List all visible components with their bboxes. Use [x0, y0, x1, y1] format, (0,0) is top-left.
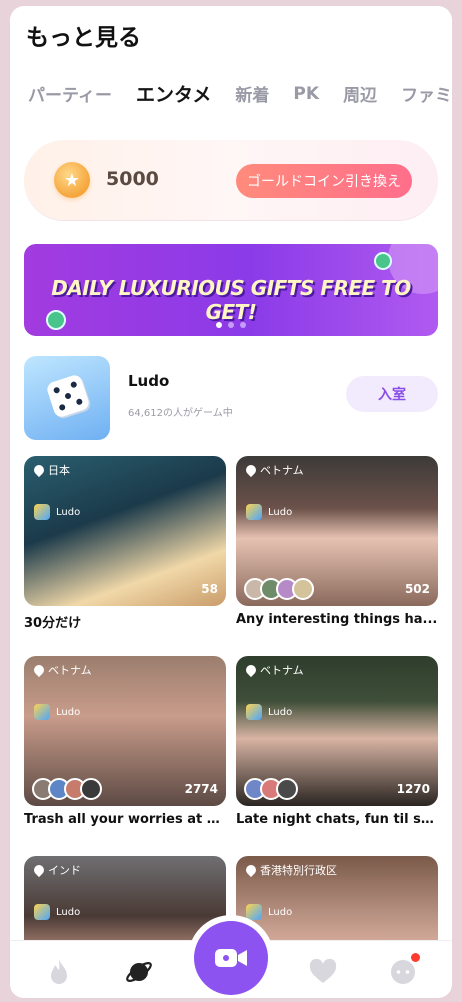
- flame-icon: [51, 960, 67, 984]
- location-pin-icon: [31, 662, 47, 678]
- exchange-coins-button[interactable]: ゴールドコイン引き換え: [236, 164, 412, 198]
- category-tabs: パーティー エンタメ 新着 PK 周辺 ファミ: [28, 80, 452, 107]
- pagination-dot: [216, 322, 222, 328]
- ludo-icon: [34, 904, 50, 920]
- ludo-icon: [246, 904, 262, 920]
- room-location: 日本: [31, 462, 70, 478]
- room-title: Any interesting things ha...: [236, 612, 438, 627]
- planet-icon: [126, 962, 152, 982]
- go-live-button[interactable]: [194, 921, 268, 995]
- room-game-tag: Ludo: [34, 704, 80, 720]
- room-cover-image: ベトナム Ludo 2774: [24, 656, 226, 806]
- ludo-icon: [34, 504, 50, 520]
- tab-pk[interactable]: PK: [293, 84, 319, 104]
- room-cover-image: ベトナム Ludo 1270: [236, 656, 438, 806]
- location-pin-icon: [243, 662, 259, 678]
- avatar: [276, 778, 298, 800]
- nav-messages[interactable]: [386, 953, 420, 989]
- room-location: ベトナム: [243, 462, 304, 478]
- banner-pagination: [24, 322, 438, 328]
- nav-home[interactable]: [42, 955, 76, 989]
- participant-avatars: [244, 578, 314, 600]
- room-card[interactable]: ベトナム Ludo 502 Any interesting things ha.…: [236, 456, 438, 627]
- room-title: 30分だけ: [24, 616, 82, 631]
- ludo-icon: [246, 704, 262, 720]
- page-title: もっと見る: [26, 25, 141, 51]
- coin-balance: 5000: [106, 168, 159, 190]
- location-pin-icon: [31, 462, 47, 478]
- room-location: ベトナム: [31, 662, 92, 678]
- ludo-icon: [34, 704, 50, 720]
- room-game-tag: Ludo: [246, 704, 292, 720]
- pagination-dot: [240, 322, 246, 328]
- room-card[interactable]: ベトナム Ludo 2774 Trash all your worries at…: [24, 656, 226, 827]
- viewer-count: 58: [201, 582, 218, 596]
- gem-icon: [374, 252, 392, 270]
- nav-favorites[interactable]: [306, 955, 340, 989]
- game-name: Ludo: [128, 372, 170, 390]
- room-location: インド: [31, 862, 81, 878]
- room-location: ベトナム: [243, 662, 304, 678]
- ludo-icon: [246, 504, 262, 520]
- room-location: 香港特別行政区: [243, 862, 337, 878]
- live-camera-icon: [215, 949, 247, 967]
- dice-icon: [45, 373, 91, 419]
- participant-avatars: [244, 778, 298, 800]
- room-cover-image: ベトナム Ludo 502: [236, 456, 438, 606]
- room-cover-image: 日本 Ludo 58: [24, 456, 226, 606]
- game-entry: Ludo 64,612の人がゲーム中 入室: [24, 356, 438, 440]
- viewer-count: 1270: [396, 782, 430, 796]
- location-pin-icon: [243, 862, 259, 878]
- room-title: Trash all your worries at m...: [24, 812, 226, 827]
- room-game-tag: Ludo: [34, 504, 80, 520]
- nav-explore[interactable]: [122, 955, 156, 989]
- app-screen: もっと見る パーティー エンタメ 新着 PK 周辺 ファミ ★ 5000 ゴール…: [10, 6, 452, 998]
- tab-party[interactable]: パーティー: [28, 81, 112, 106]
- room-title: Late night chats, fun til su...: [236, 812, 438, 827]
- pagination-dot: [228, 322, 234, 328]
- viewer-count: 502: [404, 582, 430, 596]
- avatar: [80, 778, 102, 800]
- banner-text: DAILY LUXURIOUS GIFTS FREE TO GET!: [51, 276, 411, 324]
- coin-balance-card: ★ 5000 ゴールドコイン引き換え: [24, 140, 438, 220]
- room-card[interactable]: 日本 Ludo 58 30分だけ: [24, 456, 226, 631]
- tab-nearby[interactable]: 周辺: [343, 81, 377, 106]
- game-players-count: 64,612の人がゲーム中: [128, 408, 233, 419]
- location-pin-icon: [31, 862, 47, 878]
- tab-entertainment[interactable]: エンタメ: [136, 80, 211, 107]
- room-card[interactable]: ベトナム Ludo 1270 Late night chats, fun til…: [236, 656, 438, 827]
- bottom-navigation: [10, 921, 452, 998]
- tab-family[interactable]: ファミ: [401, 81, 452, 106]
- gold-coin-icon: ★: [54, 162, 90, 198]
- room-game-tag: Ludo: [34, 904, 80, 920]
- tab-new[interactable]: 新着: [235, 81, 269, 106]
- notification-badge: [411, 953, 420, 962]
- avatar: [292, 578, 314, 600]
- ludo-game-icon[interactable]: [24, 356, 110, 440]
- heart-icon: [309, 958, 337, 983]
- room-game-tag: Ludo: [246, 904, 292, 920]
- enter-room-button[interactable]: 入室: [346, 376, 438, 412]
- promo-banner[interactable]: DAILY LUXURIOUS GIFTS FREE TO GET!: [24, 244, 438, 336]
- viewer-count: 2774: [184, 782, 218, 796]
- participant-avatars: [32, 778, 102, 800]
- room-game-tag: Ludo: [246, 504, 292, 520]
- location-pin-icon: [243, 462, 259, 478]
